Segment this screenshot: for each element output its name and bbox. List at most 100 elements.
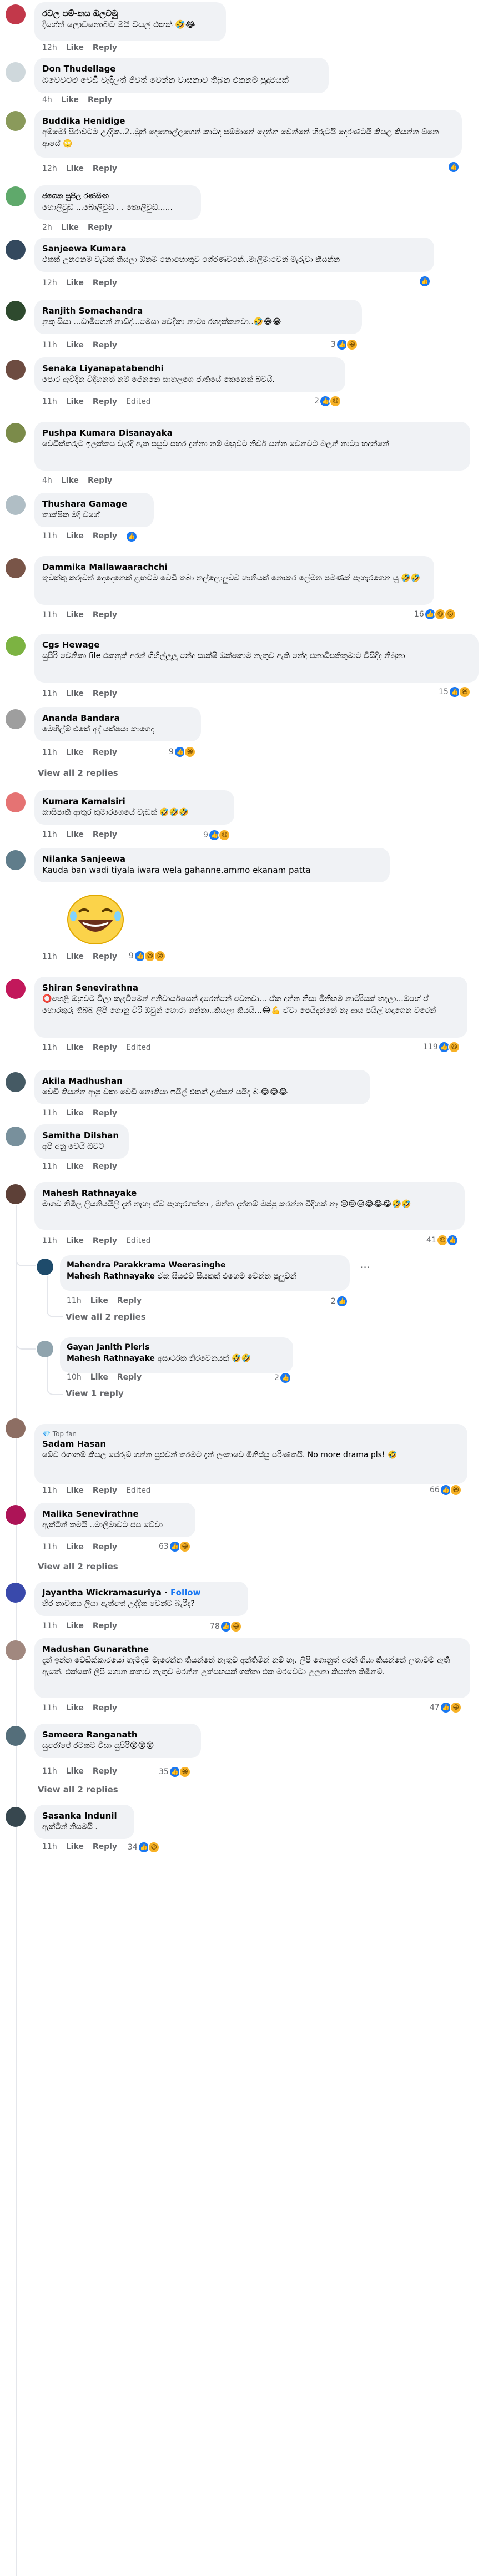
like-button[interactable]: Like <box>61 95 79 104</box>
reaction-count[interactable]: 👍 <box>419 275 431 287</box>
comment-author[interactable]: Gayan Janith Pieris <box>67 1342 286 1353</box>
comment-author[interactable]: Kumara Kamalsiri <box>42 796 227 807</box>
like-button[interactable]: Like <box>66 689 84 698</box>
comment-author[interactable]: Buddika Henidige <box>42 115 454 127</box>
comment-author[interactable]: Sadam Hasan <box>42 1438 460 1449</box>
reaction-count[interactable]: 63 👍 😆 <box>159 1540 192 1553</box>
avatar[interactable] <box>6 360 26 380</box>
avatar[interactable] <box>6 636 26 656</box>
reaction-count[interactable]: 9 👍 😆 <box>169 746 197 758</box>
reaction-count[interactable]: 78 👍 😆 <box>210 1620 243 1633</box>
reply-button[interactable]: Reply <box>93 1704 117 1713</box>
reaction-count[interactable]: 3 👍 😆 <box>331 339 359 351</box>
comment-author[interactable]: Malika Senevirathne <box>42 1508 188 1519</box>
avatar[interactable] <box>6 1127 26 1146</box>
comment-time[interactable]: 11h <box>42 1622 57 1630</box>
comment-author[interactable]: Dammika Mallawaarachchi <box>42 562 426 573</box>
like-button[interactable]: Like <box>66 164 84 173</box>
reply-button[interactable]: Reply <box>93 43 117 52</box>
avatar[interactable] <box>6 1072 26 1092</box>
like-button[interactable]: Like <box>66 341 84 350</box>
reply-button[interactable]: Reply <box>93 689 117 698</box>
comment-author[interactable]: Thushara Gamage <box>42 498 146 509</box>
comment-time[interactable]: 11h <box>42 610 57 619</box>
comment-author[interactable]: Don Thudellage <box>42 63 321 74</box>
comment-time[interactable]: 11h <box>42 748 57 757</box>
like-button[interactable]: Like <box>66 1842 84 1851</box>
avatar[interactable] <box>6 423 26 443</box>
avatar[interactable] <box>6 1640 26 1660</box>
comment-time[interactable]: 11h <box>42 1109 57 1118</box>
avatar[interactable] <box>37 1259 53 1275</box>
reaction-count[interactable]: 41 😆 👍 <box>426 1234 459 1246</box>
comment-time[interactable]: 12h <box>42 164 57 173</box>
like-button[interactable]: Like <box>66 1767 84 1776</box>
like-button[interactable]: Like <box>66 1543 84 1552</box>
comment-time[interactable]: 11h <box>42 830 57 839</box>
like-button[interactable]: Like <box>66 279 84 287</box>
like-button[interactable]: Like <box>66 1162 84 1171</box>
reply-button[interactable]: Reply <box>93 1486 117 1495</box>
reply-button[interactable]: Reply <box>88 476 112 485</box>
reaction-count[interactable]: 16 👍 😆 😮 <box>414 608 457 620</box>
like-button[interactable]: Like <box>66 1109 84 1118</box>
comment-author[interactable]: Samitha Dilshan <box>42 1130 121 1141</box>
avatar[interactable] <box>37 1341 53 1357</box>
comment-time[interactable]: 11h <box>42 1236 57 1245</box>
comment-time[interactable]: 11h <box>42 1543 57 1552</box>
reaction-count[interactable]: 9 👍 😆 <box>203 829 231 841</box>
like-button[interactable]: Like <box>66 43 84 52</box>
reaction-count[interactable]: 👍 <box>447 161 460 173</box>
reply-button[interactable]: Reply <box>117 1373 142 1382</box>
comment-author[interactable]: Ranjith Somachandra <box>42 305 354 316</box>
like-button[interactable]: Like <box>61 223 79 232</box>
reaction-count[interactable]: 47 👍 😆 <box>430 1701 462 1714</box>
avatar[interactable] <box>6 301 26 321</box>
reaction-count[interactable]: 2 👍 😆 <box>314 395 342 407</box>
like-button[interactable]: Like <box>66 830 84 839</box>
comment-author[interactable]: රවල පම්-කස ඔලවමු <box>42 8 218 19</box>
like-button[interactable]: Like <box>66 952 84 961</box>
mention-tag[interactable]: Mahesh Rathnayake <box>67 1354 155 1363</box>
reply-button[interactable]: Reply <box>93 1543 117 1552</box>
avatar[interactable] <box>6 850 26 870</box>
reply-button[interactable]: Reply <box>93 830 117 839</box>
avatar[interactable] <box>6 240 26 260</box>
comment-author[interactable]: Cgs Hewage <box>42 639 471 650</box>
comment-author[interactable]: Sasanka Indunil <box>42 1810 127 1821</box>
comment-author[interactable]: Senaka Liyanapatabendhi <box>42 363 338 374</box>
avatar[interactable] <box>6 558 26 578</box>
like-button[interactable]: Like <box>66 532 84 541</box>
avatar[interactable] <box>6 111 26 131</box>
comment-author[interactable]: Sameera Ranganath <box>42 1729 193 1740</box>
view-replies-link[interactable]: View all 2 replies <box>38 1785 118 1795</box>
reply-button[interactable]: Reply <box>117 1296 142 1305</box>
avatar[interactable] <box>6 709 26 729</box>
like-button[interactable]: Like <box>66 1043 84 1052</box>
view-replies-link[interactable]: View all 2 replies <box>38 768 118 778</box>
comment-time[interactable]: 11h <box>42 532 57 541</box>
comment-time[interactable]: 11h <box>42 1767 57 1776</box>
avatar[interactable] <box>6 1726 26 1746</box>
like-button[interactable]: Like <box>66 1704 84 1713</box>
avatar[interactable] <box>6 186 26 206</box>
comment-author[interactable]: ජගෙක සුපිල රණසිංහ <box>42 191 193 202</box>
reply-button[interactable]: Reply <box>93 1622 117 1630</box>
avatar[interactable] <box>6 1807 26 1827</box>
avatar[interactable] <box>6 1583 26 1603</box>
comment-time[interactable]: 12h <box>42 279 57 287</box>
comment-author[interactable]: Mahesh Rathnayake <box>42 1188 457 1199</box>
like-button[interactable]: Like <box>66 397 84 406</box>
reply-button[interactable]: Reply <box>88 95 112 104</box>
comment-author[interactable]: Sanjeewa Kumara <box>42 243 426 254</box>
comment-time[interactable]: 11h <box>42 1704 57 1713</box>
comment-time[interactable]: 11h <box>67 1296 82 1305</box>
reply-button[interactable]: Reply <box>93 1043 117 1052</box>
comment-author[interactable]: Madushan Gunarathne <box>42 1644 462 1655</box>
avatar[interactable] <box>6 495 26 515</box>
comment-author[interactable]: Pushpa Kumara Disanayaka <box>42 427 462 438</box>
reaction-count[interactable]: 15 👍 😆 <box>439 686 471 698</box>
comment-author[interactable]: Jayantha Wickramasuriya <box>42 1588 162 1598</box>
follow-button[interactable]: Follow <box>170 1588 200 1598</box>
reaction-count[interactable]: 2 👍 <box>331 1295 349 1307</box>
